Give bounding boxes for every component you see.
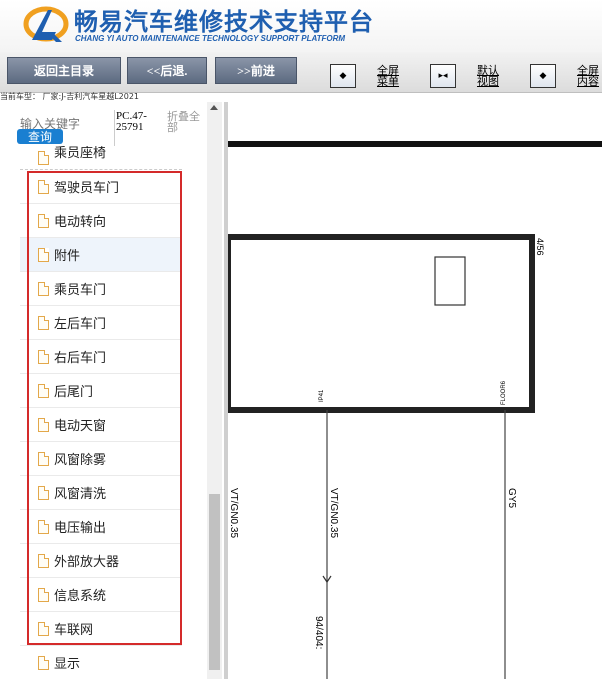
tree-item-label: 信息系统	[54, 589, 107, 604]
fullscreen-content-icon[interactable]: ◆	[530, 64, 556, 88]
scroll-up-icon[interactable]	[210, 105, 218, 110]
tree-item[interactable]: 车联网	[20, 612, 182, 646]
tree-item-label: 风窗除雾	[54, 453, 107, 468]
scroll-thumb[interactable]	[209, 494, 220, 670]
tree-item-label: 右后车门	[54, 351, 107, 366]
connector-pin-box	[434, 256, 466, 306]
pc-code: PC.47-25791	[116, 110, 147, 133]
tree-item[interactable]: 电动转向	[20, 204, 182, 238]
sidebar: PC.47-25791 折叠全部 查询 乘员座椅 驾驶员车门电动转向附件乘员车门…	[0, 102, 224, 679]
current-vehicle-label: 当前车型： 厂家:J-吉利汽车星越L2021	[0, 92, 140, 101]
tree-item-label: 车联网	[54, 623, 94, 638]
document-icon	[38, 553, 49, 568]
tree-item-label: 乘员车门	[54, 283, 107, 298]
pin-left-label: IP41	[319, 389, 325, 402]
tree-item-label: 驾驶员车门	[54, 181, 120, 196]
default-view-icon[interactable]: ▸◂	[430, 64, 456, 88]
document-icon	[38, 655, 49, 670]
document-icon	[38, 451, 49, 466]
tree-item[interactable]: 驾驶员车门	[20, 170, 182, 204]
pin-right-label: FLOOR6	[501, 380, 507, 405]
tree-item[interactable]: 右后车门	[20, 340, 182, 374]
document-icon	[38, 485, 49, 500]
app-title: 畅易汽车维修技术支持平台	[74, 8, 374, 36]
tree-item[interactable]: 电压输出	[20, 510, 182, 544]
tree-item-label: 电动天窗	[54, 419, 107, 434]
tree-item[interactable]: 附件	[20, 238, 182, 272]
logo-icon	[23, 6, 69, 42]
tree-item[interactable]: 外部放大器	[20, 544, 182, 578]
tree-item-label: 左后车门	[54, 317, 107, 332]
fullscreen-menu-icon[interactable]: ◆	[330, 64, 356, 88]
tree-item-label: 后尾门	[54, 385, 94, 400]
document-icon	[38, 150, 49, 165]
back-to-main-button[interactable]: 返回主目录	[7, 57, 121, 84]
tree-item-label: 电动转向	[54, 215, 107, 230]
document-icon	[38, 247, 49, 262]
default-view-link[interactable]: 默认 视图	[477, 66, 509, 88]
document-icon	[38, 519, 49, 534]
sidebar-scrollbar[interactable]	[207, 102, 222, 679]
tree-item[interactable]: 左后车门	[20, 306, 182, 340]
tree-item[interactable]: 信息系统	[20, 578, 182, 612]
search-button[interactable]: 查询	[17, 129, 63, 144]
document-icon	[38, 281, 49, 296]
fullscreen-menu-link[interactable]: 全屏 菜单	[377, 66, 409, 88]
document-icon	[38, 213, 49, 228]
app-header: 畅易汽车维修技术支持平台 CHANG YI AUTO MAINTENANCE T…	[0, 0, 602, 52]
tree-item[interactable]: 乘员座椅	[20, 146, 182, 170]
wiring-diagram: 4/56 IP41 FLOOR6 VT/GN0.35 VT/GN0.35 GY5…	[228, 102, 602, 679]
tree-item-label: 外部放大器	[54, 555, 120, 570]
tree-item[interactable]: 风窗清洗	[20, 476, 182, 510]
document-icon	[38, 587, 49, 602]
tree-item[interactable]: 乘员车门	[20, 272, 182, 306]
app-subtitle: CHANG YI AUTO MAINTENANCE TECHNOLOGY SUP…	[75, 34, 346, 43]
wire-mid-label: VT/GN0.35	[328, 488, 339, 538]
collapse-all-link[interactable]: 折叠全部	[167, 111, 205, 133]
bottom-label: 94/404:	[313, 616, 324, 649]
document-icon	[38, 417, 49, 432]
wire-left-label: VT/GN0.35	[228, 488, 239, 538]
document-icon	[38, 621, 49, 636]
toolbar: 返回主目录 <<后退. >>前进 ◆ 全屏 菜单 ▸◂ 默认 视图 ◆ 全屏 内…	[0, 52, 602, 93]
connector-label: 4/56	[535, 238, 545, 256]
tree-item-label: 风窗清洗	[54, 487, 107, 502]
connector-box	[228, 234, 535, 413]
document-icon	[38, 383, 49, 398]
tree-item[interactable]: 显示	[20, 646, 182, 679]
tree-item[interactable]: 风窗除雾	[20, 442, 182, 476]
tree-item-label: 电压输出	[54, 521, 107, 536]
tree-item-label: 乘员座椅	[54, 146, 107, 161]
fullscreen-content-link[interactable]: 全屏 内容	[577, 66, 602, 88]
wire-right-label: GY5	[506, 488, 517, 508]
tree-item-label: 显示	[54, 657, 81, 672]
tree-item-label: 附件	[54, 249, 81, 264]
tree-item[interactable]: 电动天窗	[20, 408, 182, 442]
divider	[114, 110, 115, 146]
document-icon	[38, 315, 49, 330]
tree-item[interactable]: 后尾门	[20, 374, 182, 408]
forward-button[interactable]: >>前进	[215, 57, 297, 84]
back-button[interactable]: <<后退.	[127, 57, 207, 84]
document-icon	[38, 349, 49, 364]
document-icon	[38, 179, 49, 194]
